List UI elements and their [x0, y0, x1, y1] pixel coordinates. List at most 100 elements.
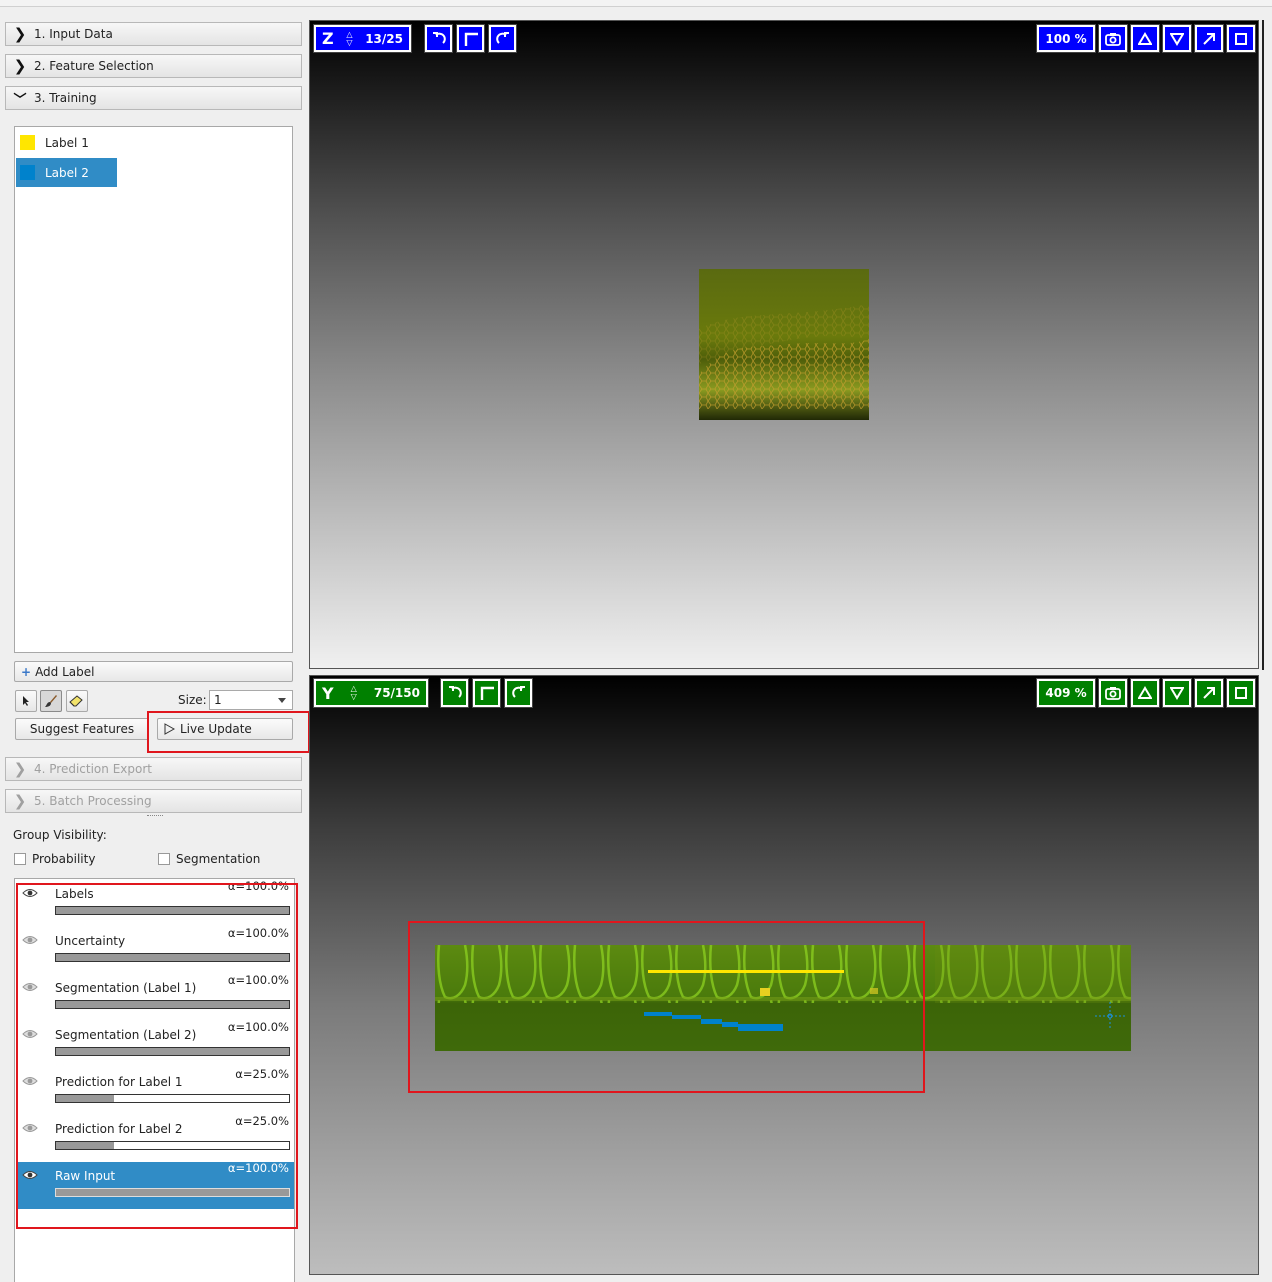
spin-arrows-icon[interactable]: △ ▽	[351, 685, 357, 701]
opacity-fill	[56, 954, 289, 961]
layer-opacity-slider[interactable]	[55, 953, 290, 962]
probability-checkbox[interactable]	[14, 853, 26, 865]
slice-down-button[interactable]	[1162, 24, 1192, 53]
eye-icon[interactable]	[22, 1123, 38, 1133]
zoom-level-y[interactable]: 409 %	[1036, 678, 1096, 708]
detach-view-button[interactable]	[1194, 24, 1224, 53]
brush-size-select[interactable]: 1	[209, 690, 293, 710]
applet-title: 5. Batch Processing	[34, 794, 152, 808]
brush-tool-button[interactable]	[40, 690, 62, 712]
slice-index-y: 75/150	[373, 686, 420, 700]
suggest-features-button[interactable]: Suggest Features	[15, 718, 149, 740]
triangle-up-icon	[1138, 686, 1152, 699]
raw-image-xz[interactable]	[435, 945, 1131, 1051]
layer-row-prediction-label-2[interactable]: Prediction for Label 2 α=25.0%	[16, 1114, 294, 1162]
layer-row-segmentation-label-1[interactable]: Segmentation (Label 1) α=100.0%	[16, 973, 294, 1021]
swap-axes-button[interactable]	[472, 678, 501, 708]
layer-opacity-slider[interactable]	[55, 1047, 290, 1056]
maximize-view-button[interactable]	[1226, 678, 1256, 708]
layer-opacity-slider[interactable]	[55, 1000, 290, 1009]
layer-row-segmentation-label-2[interactable]: Segmentation (Label 2) α=100.0%	[16, 1020, 294, 1068]
layer-row-raw-input[interactable]: Raw Input α=100.0%	[16, 1161, 294, 1209]
suggest-features-text: Suggest Features	[29, 722, 135, 736]
rotate-left-icon	[432, 31, 446, 44]
zoom-level-z[interactable]: 100 %	[1036, 24, 1096, 53]
view-y-slice[interactable]	[309, 675, 1259, 1275]
layer-alpha: α=100.0%	[227, 973, 289, 987]
screenshot-button[interactable]	[1098, 678, 1128, 708]
label-color-swatch[interactable]	[20, 135, 35, 150]
zoom-text-z: 100 %	[1045, 31, 1087, 46]
segmentation-checkbox[interactable]	[158, 853, 170, 865]
layer-row-prediction-label-1[interactable]: Prediction for Label 1 α=25.0%	[16, 1067, 294, 1115]
add-label-button[interactable]: + Add Label	[14, 661, 293, 682]
rotate-right-button[interactable]	[504, 678, 533, 708]
slice-up-button[interactable]	[1130, 24, 1160, 53]
swap-axes-icon	[464, 32, 478, 46]
navigation-tool-button[interactable]	[15, 690, 37, 712]
label-item-2[interactable]: Label 2	[16, 158, 117, 187]
eye-icon[interactable]	[22, 888, 38, 898]
chevron-right-icon: ❯	[13, 792, 27, 810]
layer-opacity-slider[interactable]	[55, 906, 290, 915]
applet-training[interactable]: ﹀ 3. Training	[5, 86, 302, 110]
applet-prediction-export[interactable]: ❯ 4. Prediction Export	[5, 757, 302, 781]
slice-spinbox-z[interactable]: Z △ ▽ 13/25	[313, 24, 412, 53]
rotate-right-button[interactable]	[488, 24, 517, 53]
label-item-1[interactable]: Label 1	[16, 128, 116, 157]
layer-name: Segmentation (Label 2)	[55, 1028, 197, 1042]
opacity-fill	[56, 1189, 289, 1196]
applet-input-data[interactable]: ❯ 1. Input Data	[5, 22, 302, 46]
live-update-button[interactable]: Live Update	[157, 718, 293, 740]
rotate-right-icon	[511, 686, 525, 698]
applet-title: 4. Prediction Export	[34, 762, 152, 776]
maximize-view-button[interactable]	[1226, 24, 1256, 53]
rotate-left-button[interactable]	[424, 24, 453, 53]
rotate-right-icon	[495, 31, 509, 44]
probability-checkbox-label: Probability	[32, 852, 96, 866]
spin-arrows-icon[interactable]: △ ▽	[346, 30, 352, 47]
layer-list: Labels α=100.0% Uncertainty α=100.0% Seg…	[14, 878, 295, 1282]
raw-image-xy[interactable]	[699, 269, 869, 420]
slice-up-button[interactable]	[1130, 678, 1160, 708]
layer-name: Prediction for Label 2	[55, 1122, 183, 1136]
opacity-fill	[56, 1048, 289, 1055]
screenshot-button[interactable]	[1098, 24, 1128, 53]
applet-batch-processing[interactable]: ❯ 5. Batch Processing	[5, 789, 302, 813]
eraser-tool-button[interactable]	[66, 690, 88, 712]
rotate-left-button[interactable]	[440, 678, 469, 708]
applet-title: 3. Training	[34, 91, 97, 105]
eye-icon[interactable]	[22, 1076, 38, 1086]
layer-alpha: α=25.0%	[235, 1067, 289, 1081]
left-control-panel: ❯ 1. Input Data ❯ 2. Feature Selection ﹀…	[0, 7, 310, 1282]
applet-feature-selection[interactable]: ❯ 2. Feature Selection	[5, 54, 302, 78]
layer-alpha: α=100.0%	[227, 1161, 289, 1175]
layer-opacity-slider[interactable]	[55, 1141, 290, 1150]
eye-icon[interactable]	[22, 982, 38, 992]
label-name: Label 2	[45, 165, 89, 180]
layer-name: Uncertainty	[55, 934, 126, 948]
slice-down-button[interactable]	[1162, 678, 1192, 708]
label-color-swatch[interactable]	[20, 165, 35, 180]
eye-icon[interactable]	[22, 935, 38, 945]
eye-icon[interactable]	[22, 1029, 38, 1039]
view-z-slice[interactable]	[309, 20, 1259, 669]
opacity-fill	[56, 907, 289, 914]
layer-name: Labels	[55, 887, 94, 901]
layer-opacity-slider[interactable]	[55, 1188, 290, 1197]
layer-opacity-slider[interactable]	[55, 1094, 290, 1103]
axis-label-y: Y	[322, 683, 334, 703]
applet-title: 1. Input Data	[34, 27, 113, 41]
add-label-text: Add Label	[35, 664, 95, 679]
eye-icon[interactable]	[22, 1170, 38, 1180]
slice-index-z: 13/25	[365, 31, 403, 46]
layer-row-labels[interactable]: Labels α=100.0%	[16, 879, 294, 927]
camera-icon	[1105, 687, 1121, 700]
splitter-handle[interactable]	[147, 815, 163, 819]
detach-view-button[interactable]	[1194, 678, 1224, 708]
swap-axes-button[interactable]	[456, 24, 485, 53]
maximize-icon	[1235, 687, 1247, 699]
eraser-icon	[69, 695, 83, 707]
slice-spinbox-y[interactable]: Y △ ▽ 75/150	[313, 678, 429, 708]
layer-row-uncertainty[interactable]: Uncertainty α=100.0%	[16, 926, 294, 974]
